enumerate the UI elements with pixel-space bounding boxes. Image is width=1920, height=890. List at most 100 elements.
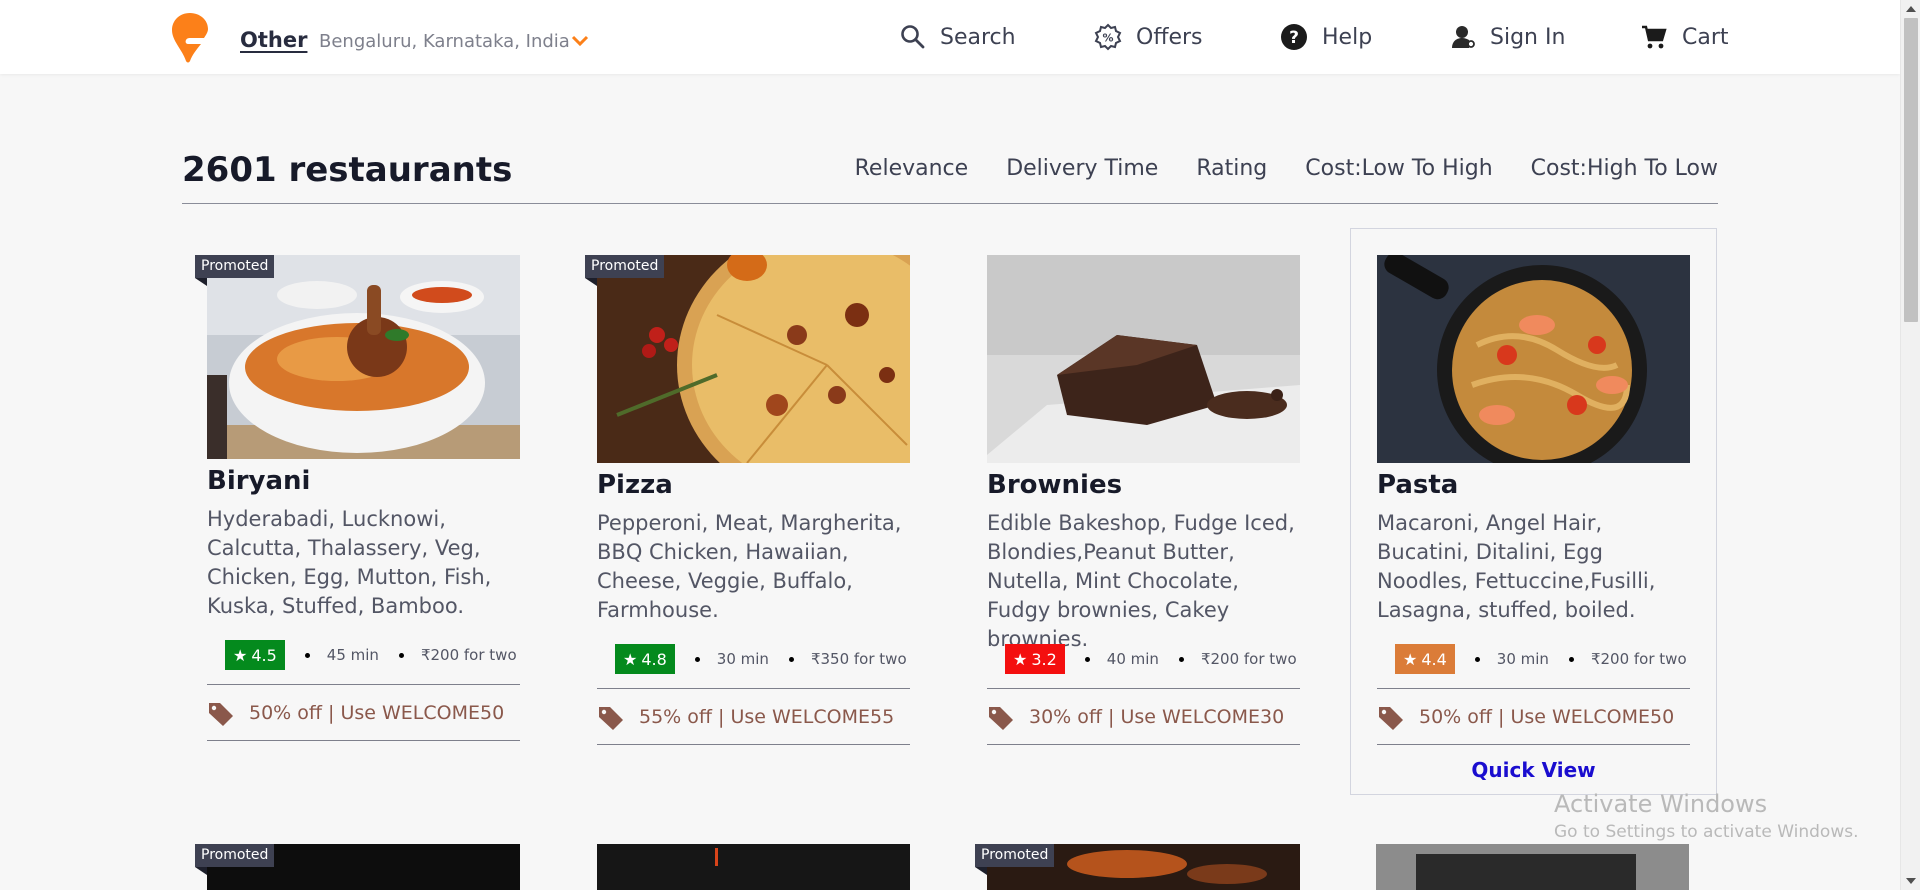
offer-text: 50% off | Use WELCOME50 <box>249 702 505 724</box>
rating-value: 3.2 <box>1031 649 1057 669</box>
quick-view-link[interactable]: Quick View <box>1377 758 1690 782</box>
separator-dot <box>788 656 794 662</box>
card-inner: Pasta Macaroni, Angel Hair, Bucatini, Di… <box>1377 255 1690 785</box>
star-icon: ★ <box>1403 649 1418 669</box>
star-icon: ★ <box>1013 649 1028 669</box>
card-divider <box>597 744 910 745</box>
swiggy-logo-icon[interactable] <box>170 11 210 63</box>
delivery-time: 30 min <box>1496 650 1549 668</box>
cost-for-two: ₹200 for two <box>420 646 517 664</box>
rating-value: 4.4 <box>1421 649 1447 669</box>
offer-text: 30% off | Use WELCOME30 <box>1029 706 1285 728</box>
rating-badge: ★ 3.2 <box>1005 644 1065 674</box>
sort-cost-low-high[interactable]: Cost:Low To High <box>1305 156 1492 181</box>
offer-tag-icon <box>599 707 623 730</box>
offer-row: 50% off | Use WELCOME50 <box>207 700 520 726</box>
restaurant-name: Brownies <box>987 470 1123 500</box>
activate-windows-title: Activate Windows <box>1554 790 1768 818</box>
offers-icon: % <box>1094 23 1122 51</box>
promoted-badge: Promoted <box>195 255 275 286</box>
delivery-time: 45 min <box>326 646 379 664</box>
promoted-badge: Promoted <box>195 844 275 875</box>
offer-row: 55% off | Use WELCOME55 <box>597 704 910 730</box>
card-divider <box>1377 688 1690 689</box>
card-divider <box>987 744 1300 745</box>
sort-cost-high-low[interactable]: Cost:High To Low <box>1531 156 1718 181</box>
food-image-brownies <box>987 255 1300 463</box>
star-icon: ★ <box>623 649 638 669</box>
star-icon: ★ <box>233 645 248 665</box>
restaurant-card-brownies[interactable]: Brownies Edible Bakeshop, Fudge Iced, Bl… <box>987 255 1300 745</box>
nav-search-label: Search <box>940 24 1016 50</box>
location-address[interactable]: Bengaluru, Karnataka, India <box>319 31 570 52</box>
delivery-time: 30 min <box>716 650 769 668</box>
offer-tag-icon <box>989 707 1013 730</box>
restaurant-card-row2-4[interactable] <box>1376 844 1689 890</box>
svg-text:%: % <box>1102 32 1113 45</box>
sort-rating[interactable]: Rating <box>1196 156 1267 181</box>
rating-value: 4.5 <box>251 645 277 665</box>
restaurant-card-pasta[interactable]: Pasta Macaroni, Angel Hair, Bucatini, Di… <box>1350 228 1717 795</box>
restaurant-name: Pasta <box>1377 470 1459 500</box>
card-divider <box>207 684 520 685</box>
cost-for-two: ₹200 for two <box>1590 650 1687 668</box>
restaurant-cuisines: Edible Bakeshop, Fudge Iced, Blondies,Pe… <box>987 511 1295 651</box>
restaurant-card-biryani[interactable]: Promoted Biryani Hyderabadi, Lucknowi, C… <box>195 255 520 745</box>
cost-for-two: ₹200 for two <box>1200 650 1297 668</box>
restaurant-meta: ★ 4.5 45 min ₹200 for two <box>207 639 520 671</box>
search-icon <box>901 25 925 49</box>
food-image-pasta <box>1377 255 1690 463</box>
separator-dot <box>1178 656 1184 662</box>
chevron-down-icon[interactable] <box>570 33 590 49</box>
nav-cart[interactable]: Cart <box>1640 20 1729 54</box>
restaurant-count-title: 2601 restaurants <box>182 150 513 190</box>
food-image-pizza <box>597 255 910 463</box>
title-divider <box>182 203 1718 204</box>
offer-text: 55% off | Use WELCOME55 <box>639 706 895 728</box>
nav-help[interactable]: ? Help <box>1280 20 1372 54</box>
offer-row: 30% off | Use WELCOME30 <box>987 704 1300 730</box>
scroll-up-arrow-icon[interactable] <box>1906 6 1916 12</box>
nav-cart-label: Cart <box>1682 24 1729 50</box>
card-divider <box>1377 744 1690 745</box>
scroll-down-arrow-icon[interactable] <box>1906 878 1916 884</box>
card-divider <box>207 740 520 741</box>
location-type[interactable]: Other <box>240 28 307 52</box>
restaurant-card-pizza[interactable]: Promoted Pizza Pepperoni, Meat, Margheri… <box>585 255 910 745</box>
restaurant-card-row2-3[interactable]: Promoted <box>975 844 1300 890</box>
restaurant-name: Biryani <box>207 466 311 496</box>
svg-text:?: ? <box>1289 28 1299 48</box>
separator-dot <box>1084 656 1090 662</box>
sort-delivery-time[interactable]: Delivery Time <box>1006 156 1158 181</box>
top-header: Other Bengaluru, Karnataka, India Search… <box>0 0 1900 74</box>
cost-for-two: ₹350 for two <box>810 650 907 668</box>
rating-badge: ★ 4.4 <box>1395 644 1455 674</box>
scroll-thumb[interactable] <box>1904 18 1918 322</box>
promoted-badge: Promoted <box>585 255 665 286</box>
restaurant-meta: ★ 4.8 30 min ₹350 for two <box>597 643 910 675</box>
separator-dot <box>1568 656 1574 662</box>
restaurant-cuisines: Hyderabadi, Lucknowi, Calcutta, Thalasse… <box>207 507 492 618</box>
offer-text: 50% off | Use WELCOME50 <box>1419 706 1675 728</box>
nav-sign-in[interactable]: Sign In <box>1450 20 1565 54</box>
delivery-time: 40 min <box>1106 650 1159 668</box>
rating-value: 4.8 <box>641 649 667 669</box>
nav-offers-label: Offers <box>1136 24 1203 50</box>
rating-badge: ★ 4.5 <box>225 640 285 670</box>
food-image <box>597 844 910 890</box>
user-icon <box>1452 26 1475 48</box>
nav-offers[interactable]: % Offers <box>1094 20 1203 54</box>
nav-search[interactable]: Search <box>900 20 1016 54</box>
restaurant-cuisines: Pepperoni, Meat, Margherita, BBQ Chicken… <box>597 511 902 622</box>
card-divider <box>987 688 1300 689</box>
food-image <box>1376 844 1689 890</box>
page-scrollbar[interactable] <box>1900 0 1920 890</box>
food-image-biryani <box>207 255 520 459</box>
restaurant-card-row2-1[interactable]: Promoted <box>195 844 520 890</box>
restaurant-card-row2-2[interactable] <box>597 844 910 890</box>
separator-dot <box>304 652 310 658</box>
promoted-badge: Promoted <box>975 844 1055 875</box>
sort-relevance[interactable]: Relevance <box>855 156 969 181</box>
separator-dot <box>398 652 404 658</box>
offer-tag-icon <box>1379 707 1403 730</box>
